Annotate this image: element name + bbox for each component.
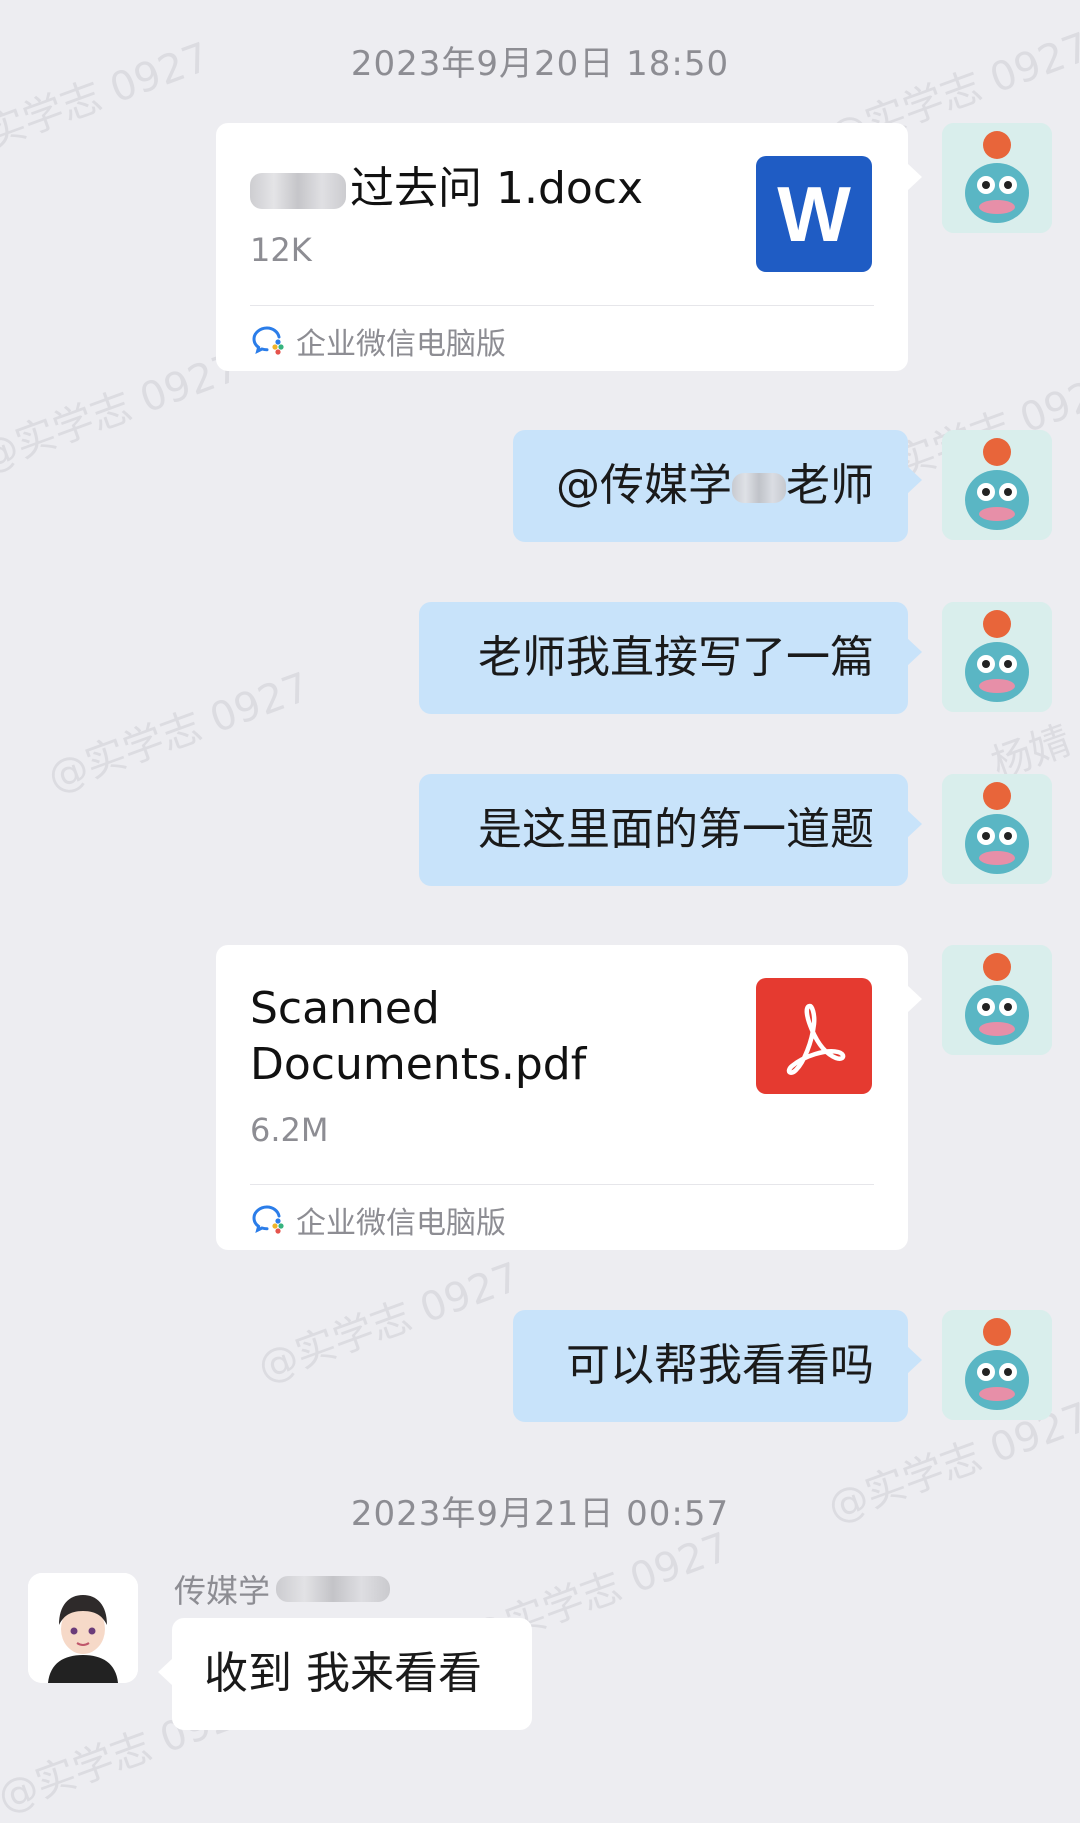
file-size: 12K xyxy=(250,231,312,269)
avatar[interactable] xyxy=(942,1310,1052,1420)
avatar[interactable] xyxy=(942,774,1052,884)
chat-timestamp: 2023年9月20日 18:50 xyxy=(350,44,730,84)
wecom-icon xyxy=(252,326,284,355)
text-message[interactable]: 可以帮我看看吗 xyxy=(513,1310,922,1422)
file-name: Scanned Documents.pdf xyxy=(250,983,587,1090)
chat-timestamp: 2023年9月21日 00:57 xyxy=(350,1494,730,1534)
text-message[interactable]: 老师我直接写了一篇 xyxy=(419,602,922,714)
pdf-icon xyxy=(756,978,872,1094)
file-name: 过去问 1.docx xyxy=(250,161,643,217)
redacted-text xyxy=(250,173,346,209)
text-message[interactable]: 收到 我来看看 xyxy=(158,1618,532,1730)
divider xyxy=(250,305,874,306)
watermark: @实学志 0927 xyxy=(251,1254,526,1392)
sender-name: 传媒学 xyxy=(174,1566,391,1612)
file-message-pdf[interactable]: Scanned Documents.pdf 6.2M 企业微信电脑版 xyxy=(216,945,922,1250)
watermark: @实学志 0927 xyxy=(41,664,316,802)
wecom-icon xyxy=(252,1205,284,1234)
file-source: 企业微信电脑版 xyxy=(250,319,506,363)
file-message-docx[interactable]: 过去问 1.docx 12K W 企业微信电脑版 xyxy=(216,123,922,371)
file-source: 企业微信电脑版 xyxy=(250,1198,506,1242)
avatar[interactable] xyxy=(28,1573,138,1683)
file-size: 6.2M xyxy=(250,1111,329,1149)
avatar[interactable] xyxy=(942,123,1052,233)
text-message[interactable]: @传媒学 老师 xyxy=(513,430,922,542)
avatar[interactable] xyxy=(942,430,1052,540)
divider xyxy=(250,1184,874,1185)
redacted-text xyxy=(276,1576,391,1602)
avatar[interactable] xyxy=(942,945,1052,1055)
watermark: @实学志 0927 xyxy=(0,344,246,482)
redacted-text xyxy=(732,473,786,503)
text-message[interactable]: 是这里面的第一道题 xyxy=(419,774,922,886)
word-icon: W xyxy=(756,156,872,272)
avatar[interactable] xyxy=(942,602,1052,712)
